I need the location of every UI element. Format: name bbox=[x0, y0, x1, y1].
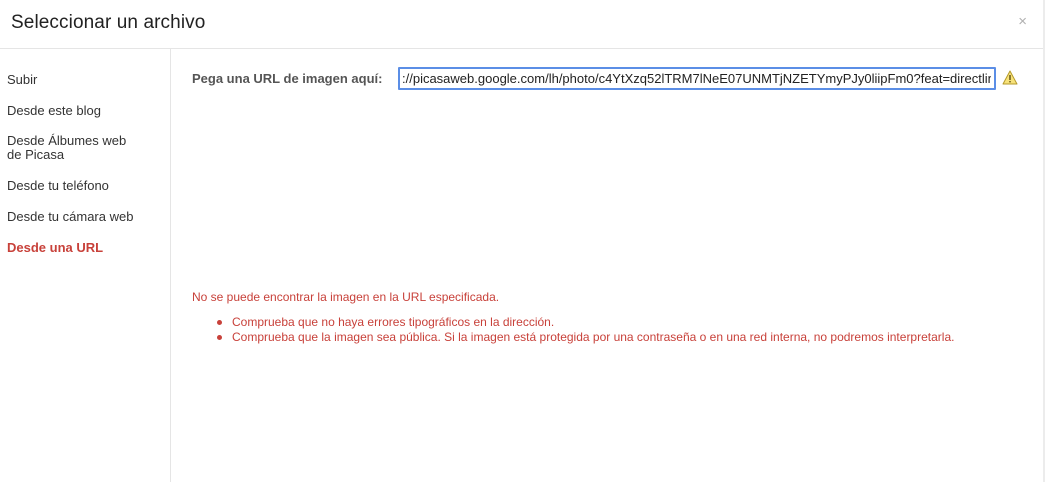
sidebar: Subir Desde este blog Desde Álbumes web … bbox=[0, 49, 171, 482]
list-item: Comprueba que la imagen sea pública. Si … bbox=[212, 330, 954, 345]
bullet-icon bbox=[217, 335, 222, 340]
list-item: Comprueba que no haya errores tipográfic… bbox=[212, 315, 954, 330]
close-icon[interactable]: × bbox=[1018, 13, 1027, 31]
url-input[interactable] bbox=[398, 67, 996, 90]
sidebar-item-camara-web[interactable]: Desde tu cámara web bbox=[7, 210, 147, 224]
error-item-text: Comprueba que no haya errores tipográfic… bbox=[232, 315, 555, 329]
main-panel: Pega una URL de imagen aquí: No se puede… bbox=[172, 49, 1043, 482]
dialog-title: Seleccionar un archivo bbox=[11, 12, 206, 33]
error-item-text: Comprueba que la imagen sea pública. Si … bbox=[232, 330, 955, 344]
error-suggestions: Comprueba que no haya errores tipográfic… bbox=[212, 315, 954, 345]
warning-triangle-icon bbox=[1002, 70, 1018, 85]
sidebar-item-url[interactable]: Desde una URL bbox=[7, 241, 147, 255]
sidebar-item-desde-este-blog[interactable]: Desde este blog bbox=[7, 104, 147, 118]
url-field-label: Pega una URL de imagen aquí: bbox=[192, 71, 383, 86]
sidebar-item-picasa[interactable]: Desde Álbumes web de Picasa bbox=[7, 134, 135, 162]
sidebar-item-telefono[interactable]: Desde tu teléfono bbox=[7, 179, 147, 193]
dialog-header: Seleccionar un archivo × bbox=[0, 0, 1043, 49]
sidebar-item-subir[interactable]: Subir bbox=[7, 73, 147, 87]
bullet-icon bbox=[217, 320, 222, 325]
error-message: No se puede encontrar la imagen en la UR… bbox=[192, 290, 500, 304]
select-file-dialog: Seleccionar un archivo × Subir Desde est… bbox=[0, 0, 1045, 482]
